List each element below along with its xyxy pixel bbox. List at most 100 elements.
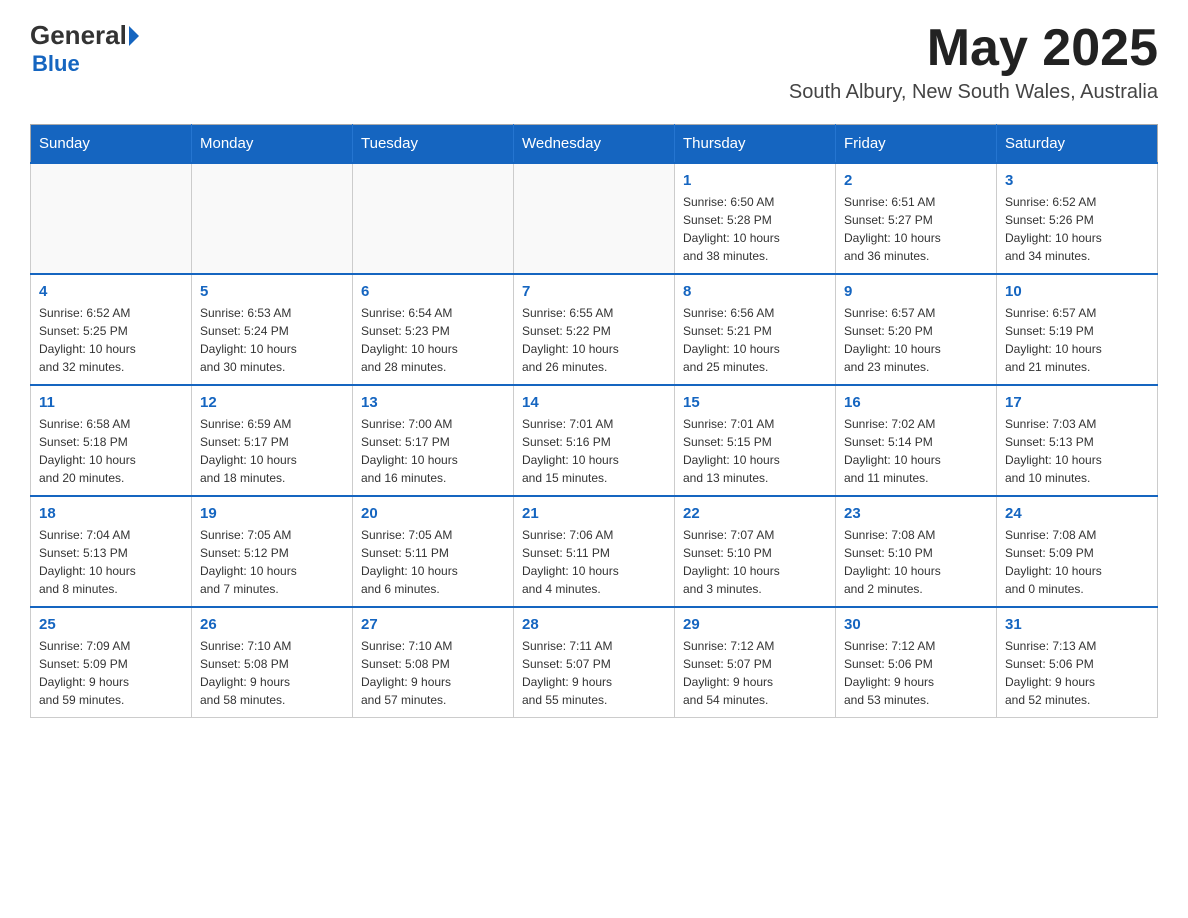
day-number: 31 [1005,616,1149,633]
day-info: Sunrise: 7:10 AMSunset: 5:08 PMDaylight:… [200,637,344,709]
day-info: Sunrise: 7:11 AMSunset: 5:07 PMDaylight:… [522,637,666,709]
day-number: 1 [683,172,827,189]
calendar-table: SundayMondayTuesdayWednesdayThursdayFrid… [30,124,1158,718]
day-number: 23 [844,505,988,522]
title-section: May 2025 South Albury, New South Wales, … [789,20,1158,104]
location-title: South Albury, New South Wales, Australia [789,81,1158,104]
day-number: 8 [683,283,827,300]
day-info: Sunrise: 6:58 AMSunset: 5:18 PMDaylight:… [39,415,183,487]
day-info: Sunrise: 7:04 AMSunset: 5:13 PMDaylight:… [39,526,183,598]
calendar-cell: 23 Sunrise: 7:08 AMSunset: 5:10 PMDayligh… [836,496,997,607]
month-title: May 2025 [789,20,1158,77]
calendar-cell: 15Sunrise: 7:01 AMSunset: 5:15 PMDayligh… [675,385,836,496]
calendar-cell: 3Sunrise: 6:52 AMSunset: 5:26 PMDaylight… [997,163,1158,274]
day-info: Sunrise: 6:56 AMSunset: 5:21 PMDaylight:… [683,304,827,376]
logo-general: General [30,20,127,51]
calendar-header-sunday: Sunday [31,125,192,164]
logo: General Blue [30,20,139,77]
calendar-week-row: 18 Sunrise: 7:04 AMSunset: 5:13 PMDayligh… [31,496,1158,607]
calendar-cell: 12 Sunrise: 6:59 AMSunset: 5:17 PMDayligh… [192,385,353,496]
day-number: 2 [844,172,988,189]
calendar-cell: 4 Sunrise: 6:52 AMSunset: 5:25 PMDaylight… [31,274,192,385]
day-number: 7 [522,283,666,300]
calendar-header-monday: Monday [192,125,353,164]
day-info: Sunrise: 7:01 AMSunset: 5:16 PMDaylight:… [522,415,666,487]
calendar-cell: 11Sunrise: 6:58 AMSunset: 5:18 PMDayligh… [31,385,192,496]
day-number: 19 [200,505,344,522]
day-info: Sunrise: 6:57 AMSunset: 5:19 PMDaylight:… [1005,304,1149,376]
day-info: Sunrise: 7:02 AMSunset: 5:14 PMDaylight:… [844,415,988,487]
calendar-cell: 18 Sunrise: 7:04 AMSunset: 5:13 PMDayligh… [31,496,192,607]
day-number: 6 [361,283,505,300]
day-info: Sunrise: 6:55 AMSunset: 5:22 PMDaylight:… [522,304,666,376]
calendar-cell: 6 Sunrise: 6:54 AMSunset: 5:23 PMDaylight… [353,274,514,385]
day-number: 14 [522,394,666,411]
day-info: Sunrise: 7:12 AMSunset: 5:07 PMDaylight:… [683,637,827,709]
calendar-cell: 30 Sunrise: 7:12 AMSunset: 5:06 PMDayligh… [836,607,997,718]
calendar-header-saturday: Saturday [997,125,1158,164]
day-number: 4 [39,283,183,300]
calendar-cell [353,163,514,274]
calendar-cell: 10 Sunrise: 6:57 AMSunset: 5:19 PMDayligh… [997,274,1158,385]
calendar-header-friday: Friday [836,125,997,164]
day-number: 16 [844,394,988,411]
day-number: 29 [683,616,827,633]
day-number: 25 [39,616,183,633]
day-number: 12 [200,394,344,411]
day-number: 15 [683,394,827,411]
calendar-cell [192,163,353,274]
calendar-cell: 16 Sunrise: 7:02 AMSunset: 5:14 PMDayligh… [836,385,997,496]
day-info: Sunrise: 7:12 AMSunset: 5:06 PMDaylight:… [844,637,988,709]
day-number: 17 [1005,394,1149,411]
day-info: Sunrise: 6:52 AMSunset: 5:25 PMDaylight:… [39,304,183,376]
calendar-cell: 27Sunrise: 7:10 AMSunset: 5:08 PMDayligh… [353,607,514,718]
day-number: 18 [39,505,183,522]
calendar-cell: 8 Sunrise: 6:56 AMSunset: 5:21 PMDaylight… [675,274,836,385]
day-info: Sunrise: 7:08 AMSunset: 5:10 PMDaylight:… [844,526,988,598]
day-number: 22 [683,505,827,522]
calendar-week-row: 11Sunrise: 6:58 AMSunset: 5:18 PMDayligh… [31,385,1158,496]
day-info: Sunrise: 7:06 AMSunset: 5:11 PMDaylight:… [522,526,666,598]
day-info: Sunrise: 7:05 AMSunset: 5:12 PMDaylight:… [200,526,344,598]
calendar-cell: 22 Sunrise: 7:07 AMSunset: 5:10 PMDayligh… [675,496,836,607]
logo-arrow-icon [129,26,139,46]
calendar-cell: 26 Sunrise: 7:10 AMSunset: 5:08 PMDayligh… [192,607,353,718]
day-info: Sunrise: 6:57 AMSunset: 5:20 PMDaylight:… [844,304,988,376]
day-number: 30 [844,616,988,633]
day-number: 21 [522,505,666,522]
calendar-cell: 21 Sunrise: 7:06 AMSunset: 5:11 PMDayligh… [514,496,675,607]
day-number: 10 [1005,283,1149,300]
day-number: 24 [1005,505,1149,522]
day-number: 26 [200,616,344,633]
day-number: 13 [361,394,505,411]
calendar-cell: 7 Sunrise: 6:55 AMSunset: 5:22 PMDaylight… [514,274,675,385]
calendar-cell: 19 Sunrise: 7:05 AMSunset: 5:12 PMDayligh… [192,496,353,607]
day-number: 3 [1005,172,1149,189]
calendar-header-thursday: Thursday [675,125,836,164]
calendar-cell: 5Sunrise: 6:53 AMSunset: 5:24 PMDaylight… [192,274,353,385]
day-number: 9 [844,283,988,300]
day-info: Sunrise: 6:54 AMSunset: 5:23 PMDaylight:… [361,304,505,376]
day-info: Sunrise: 7:03 AMSunset: 5:13 PMDaylight:… [1005,415,1149,487]
calendar-cell: 28 Sunrise: 7:11 AMSunset: 5:07 PMDayligh… [514,607,675,718]
calendar-cell: 31 Sunrise: 7:13 AMSunset: 5:06 PMDayligh… [997,607,1158,718]
day-info: Sunrise: 6:51 AMSunset: 5:27 PMDaylight:… [844,193,988,265]
calendar-cell: 9 Sunrise: 6:57 AMSunset: 5:20 PMDaylight… [836,274,997,385]
day-info: Sunrise: 7:09 AMSunset: 5:09 PMDaylight:… [39,637,183,709]
calendar-week-row: 1Sunrise: 6:50 AMSunset: 5:28 PMDaylight… [31,163,1158,274]
calendar-cell: 1Sunrise: 6:50 AMSunset: 5:28 PMDaylight… [675,163,836,274]
day-info: Sunrise: 7:13 AMSunset: 5:06 PMDaylight:… [1005,637,1149,709]
day-info: Sunrise: 7:10 AMSunset: 5:08 PMDaylight:… [361,637,505,709]
calendar-week-row: 4 Sunrise: 6:52 AMSunset: 5:25 PMDaylight… [31,274,1158,385]
calendar-cell [514,163,675,274]
day-info: Sunrise: 6:53 AMSunset: 5:24 PMDaylight:… [200,304,344,376]
calendar-header-tuesday: Tuesday [353,125,514,164]
calendar-cell: 20Sunrise: 7:05 AMSunset: 5:11 PMDayligh… [353,496,514,607]
day-info: Sunrise: 7:07 AMSunset: 5:10 PMDaylight:… [683,526,827,598]
day-info: Sunrise: 6:59 AMSunset: 5:17 PMDaylight:… [200,415,344,487]
calendar-cell: 13Sunrise: 7:00 AMSunset: 5:17 PMDayligh… [353,385,514,496]
calendar-cell: 24Sunrise: 7:08 AMSunset: 5:09 PMDayligh… [997,496,1158,607]
calendar-cell: 17 Sunrise: 7:03 AMSunset: 5:13 PMDayligh… [997,385,1158,496]
calendar-header-wednesday: Wednesday [514,125,675,164]
day-number: 28 [522,616,666,633]
